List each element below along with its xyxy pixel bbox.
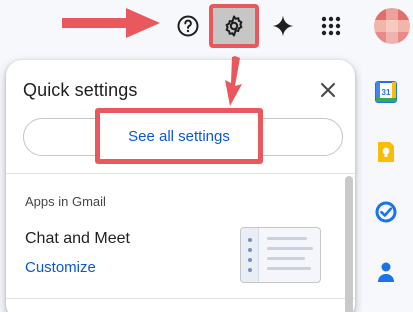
apps-grid-icon (321, 16, 341, 36)
gmail-screen: Quick settings See all settings Apps in … (0, 0, 413, 312)
apps-section-heading: Apps in Gmail (25, 194, 106, 209)
panel-scrollbar[interactable] (345, 176, 353, 312)
annotation-arrow-down (225, 56, 242, 106)
divider (6, 298, 355, 299)
thumbnail-line (267, 267, 311, 270)
keep-icon (378, 142, 394, 162)
thumbnail-dot (248, 268, 252, 272)
thumbnail-line (267, 247, 313, 250)
gemini-button[interactable] (263, 6, 303, 46)
help-icon (177, 15, 199, 37)
settings-gear-icon (225, 15, 243, 37)
contacts-icon (378, 262, 394, 282)
tasks-icon (375, 201, 397, 223)
thumbnail-line (267, 257, 305, 260)
apps-button[interactable] (311, 6, 351, 46)
thumbnail-dot (248, 238, 252, 242)
customize-link[interactable]: Customize (25, 259, 96, 276)
panel-title: Quick settings (23, 80, 138, 100)
quick-settings-panel: Quick settings See all settings Apps in … (6, 60, 355, 312)
chat-meet-layout-thumbnail (240, 227, 321, 283)
settings-button[interactable] (209, 4, 259, 48)
gemini-sparkle-icon (272, 15, 294, 37)
thumbnail-dot (248, 248, 252, 252)
see-all-settings-button[interactable]: See all settings (95, 108, 263, 164)
close-button[interactable] (314, 76, 342, 104)
keep-button[interactable] (374, 140, 398, 164)
user-avatar[interactable] (374, 8, 410, 44)
close-icon (321, 83, 335, 97)
calendar-day: 31 (382, 88, 391, 97)
tasks-button[interactable] (374, 200, 398, 224)
side-panel: 31 (362, 52, 413, 312)
divider (6, 173, 355, 174)
see-all-settings-label: See all settings (128, 127, 230, 145)
thumbnail-sidebar (241, 228, 259, 282)
thumbnail-line (267, 237, 307, 240)
calendar-button[interactable]: 31 (374, 80, 398, 104)
chat-meet-label: Chat and Meet (25, 230, 130, 247)
contacts-button[interactable] (374, 260, 398, 284)
thumbnail-dot (248, 258, 252, 262)
annotation-arrow-right (62, 8, 160, 38)
calendar-icon: 31 (375, 81, 397, 103)
help-button[interactable] (168, 6, 208, 46)
